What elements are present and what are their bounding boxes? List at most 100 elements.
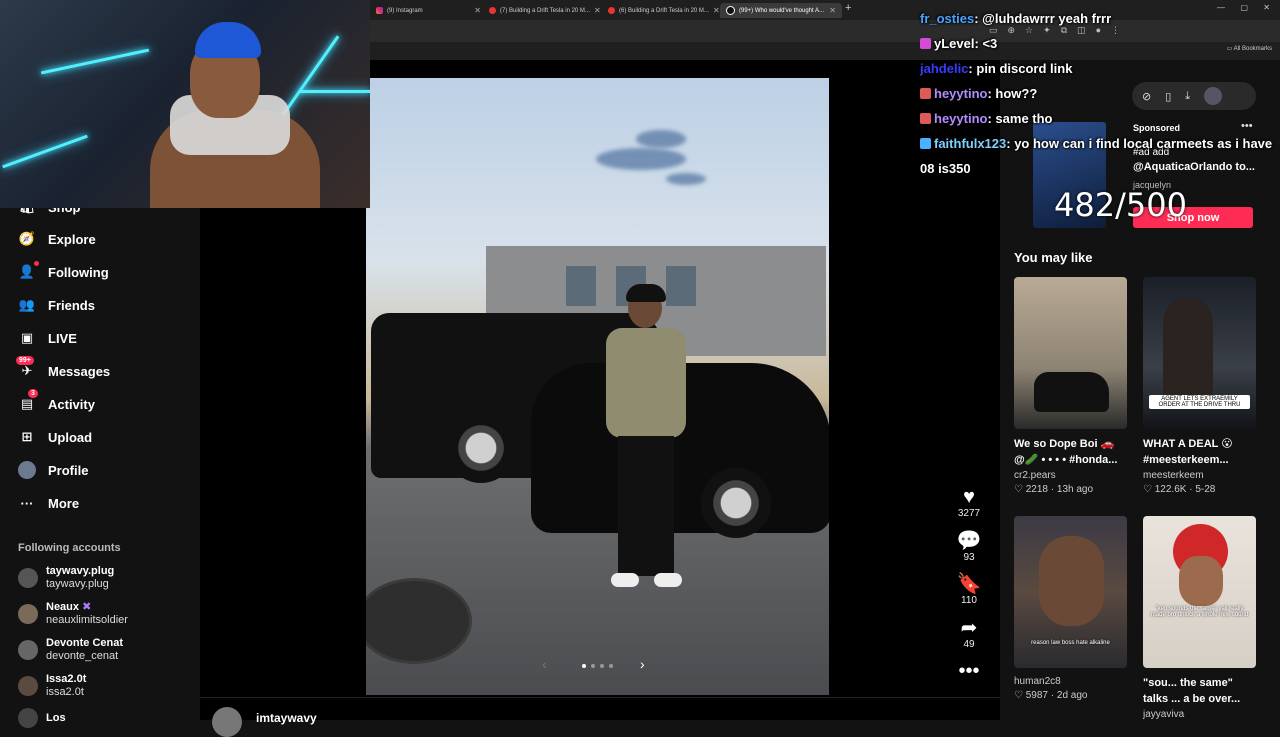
chat-username[interactable]: jahdelic xyxy=(920,61,968,76)
card-likes: 2218 xyxy=(1025,484,1048,495)
badge-icon xyxy=(920,38,931,49)
chat-username[interactable]: fr_osties xyxy=(920,11,974,26)
card-age: 2d ago xyxy=(1056,690,1088,701)
chat-username[interactable]: heyytino xyxy=(934,111,987,126)
card-user[interactable]: cr2.pears xyxy=(1014,470,1127,481)
account-name-text: Neaux xyxy=(46,601,80,613)
neon-light xyxy=(300,90,370,93)
close-icon[interactable]: ✕ xyxy=(594,6,601,15)
divider xyxy=(200,697,1000,698)
card-likes: 5987 xyxy=(1025,690,1048,701)
account-item[interactable]: taywavy.plug taywavy.plug xyxy=(18,563,114,593)
card-user[interactable]: human2c8 xyxy=(1014,676,1127,687)
heart-icon: ♥ xyxy=(963,486,975,508)
chevron-right-icon[interactable]: › xyxy=(640,656,645,672)
shirt xyxy=(606,328,686,438)
sidebar-item-more[interactable]: ··· More xyxy=(18,492,80,514)
more-dots-icon: ••• xyxy=(958,660,980,682)
account-item[interactable]: Devonte Cenat devonte_cenat xyxy=(18,635,123,665)
tab-tiktok[interactable]: (99+) Who would've thought A... ✕ xyxy=(720,3,842,18)
face-shape xyxy=(1179,556,1223,606)
video-thumbnail[interactable]: "ken sounds the same" yall really made b… xyxy=(1143,516,1256,668)
sidebar-item-messages[interactable]: ✈ 99+ Messages xyxy=(16,356,110,382)
video-card[interactable]: "ken sounds the same" yall really made b… xyxy=(1143,516,1256,720)
bookmark-button[interactable]: 🔖 110 xyxy=(950,573,988,606)
friends-icon: 👥 xyxy=(18,297,36,312)
chat-text: @luhdawrrr yeah frrr xyxy=(982,11,1112,26)
wheel xyxy=(701,468,771,538)
crown-icon xyxy=(920,138,931,149)
card-stats: ♡ 122.6K · 5-28 xyxy=(1143,484,1216,495)
verified-icon: ✖ xyxy=(82,601,92,613)
chat-username[interactable]: yLevel xyxy=(934,36,974,51)
carousel-dot[interactable] xyxy=(600,664,604,668)
person-shape xyxy=(1163,297,1213,407)
card-caption-2: @🥒 • • • • #honda... xyxy=(1014,454,1118,466)
sidebar-item-friends[interactable]: 👥 Friends xyxy=(18,294,95,316)
sidebar-item-upload[interactable]: ⊞ Upload xyxy=(18,426,93,448)
card-stats: ♡ 5987 · 2d ago xyxy=(1014,690,1088,701)
video-thumbnail[interactable] xyxy=(1014,277,1127,429)
carousel-dot[interactable] xyxy=(582,664,586,668)
following-accounts-title: Following accounts xyxy=(18,542,121,554)
account-item[interactable]: Issa2.0t issa2.0t xyxy=(18,671,86,701)
chat-username[interactable]: faithfulx123 xyxy=(934,136,1006,151)
close-icon[interactable]: ✕ xyxy=(829,6,836,15)
car-shape xyxy=(1034,372,1109,412)
shoe xyxy=(654,573,682,587)
chat-text: how?? xyxy=(995,86,1038,101)
new-tab-button[interactable]: + xyxy=(845,2,851,14)
comment-icon: 💬 xyxy=(956,530,982,552)
card-user[interactable]: jayyaviva xyxy=(1143,709,1256,720)
comment-button[interactable]: 💬 93 xyxy=(950,530,988,563)
account-name: Neaux ✖ xyxy=(46,601,128,614)
account-item[interactable]: Neaux ✖ neauxlimitsoldier xyxy=(18,599,128,629)
tab-youtube-1[interactable]: (7) Building a Drift Tesla in 20 M... ✕ xyxy=(483,3,603,18)
video-thumbnail[interactable]: reason law boss hate alkaline xyxy=(1014,516,1127,668)
card-age: 5-28 xyxy=(1195,484,1216,495)
close-icon[interactable]: ✕ xyxy=(713,6,720,15)
youtube-icon xyxy=(608,7,615,14)
thumbnail-text: reason law boss hate alkaline xyxy=(1031,640,1110,646)
sidebar-item-profile[interactable]: Profile xyxy=(18,459,88,481)
chat-text: <3 xyxy=(982,36,998,51)
like-button[interactable]: ♥ 3277 xyxy=(950,486,988,519)
carousel-dot[interactable] xyxy=(609,664,613,668)
activity-icon: ▤ 3 xyxy=(18,389,38,413)
chat-message: fr_osties: @luhdawrrr yeah frrr xyxy=(920,6,1280,31)
video-card[interactable]: We so Dope Boi 🚗 @🥒 • • • • #honda... cr… xyxy=(1014,277,1127,495)
sidebar-item-live[interactable]: ▣ LIVE xyxy=(18,327,77,349)
avatar xyxy=(18,640,38,660)
video-thumbnail[interactable]: AGENT LETS EXTRAEMILY ORDER AT THE DRIVE… xyxy=(1143,277,1256,429)
chat-message: yLevel: <3 xyxy=(920,31,1280,56)
neon-light xyxy=(2,134,88,169)
share-button[interactable]: ➦ 49 xyxy=(950,617,988,650)
messages-badge: 99+ xyxy=(16,356,34,365)
account-name: taywavy.plug xyxy=(46,565,115,577)
chat-message: heyytino: how?? xyxy=(920,81,1280,106)
chevron-left-icon[interactable]: ‹ xyxy=(542,656,547,672)
gift-icon xyxy=(920,113,931,124)
profile-avatar xyxy=(18,461,36,479)
more-button[interactable]: ••• xyxy=(950,660,988,682)
card-user[interactable]: meesterkeem xyxy=(1143,470,1256,481)
card-caption: "sou... the same" xyxy=(1143,677,1233,689)
chat-text: pin discord link xyxy=(976,61,1073,76)
sidebar-item-explore[interactable]: 🧭 Explore xyxy=(18,228,96,250)
author-avatar[interactable] xyxy=(212,707,242,737)
account-handle: devonte_cenat xyxy=(46,650,119,662)
account-item[interactable]: Los xyxy=(18,703,66,733)
tab-youtube-2[interactable]: (6) Building a Drift Tesla in 20 M... ✕ xyxy=(602,3,722,18)
author-name[interactable]: imtaywavy xyxy=(256,711,317,725)
sidebar-item-activity[interactable]: ▤ 3 Activity xyxy=(18,389,95,415)
video-card[interactable]: reason law boss hate alkaline human2c8 ♡… xyxy=(1014,516,1127,701)
card-stats: ♡ 2218 · 13h ago xyxy=(1014,484,1094,495)
carousel-dot[interactable] xyxy=(591,664,595,668)
post-photo[interactable]: ‹ › xyxy=(366,78,829,695)
blue-cap xyxy=(195,22,261,58)
tab-instagram[interactable]: (9) Instagram ✕ xyxy=(370,3,487,18)
video-card[interactable]: AGENT LETS EXTRAEMILY ORDER AT THE DRIVE… xyxy=(1143,277,1256,495)
close-icon[interactable]: ✕ xyxy=(474,6,481,15)
chat-username[interactable]: heyytino xyxy=(934,86,987,101)
sidebar-item-following[interactable]: 👤 Following xyxy=(18,261,109,283)
